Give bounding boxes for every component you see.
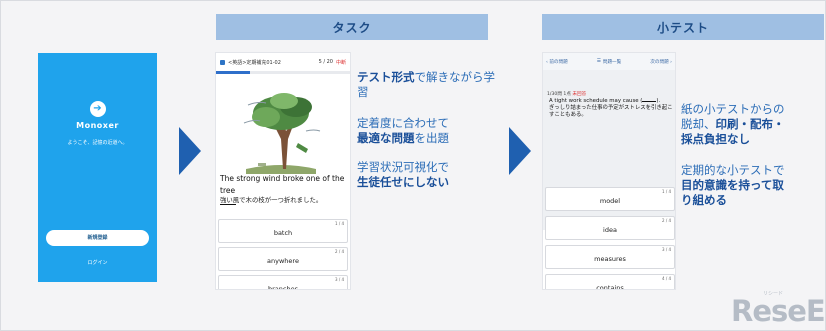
choice-number: 1 / 4	[335, 221, 344, 226]
task-screen: <英語>定期補充01-02 5 / 20 中断 The strong wind …	[215, 52, 351, 290]
choice-2[interactable]: 2 / 4 anywhere	[218, 247, 348, 271]
task-point-2-a: 定着度に合わせて	[357, 116, 449, 130]
choice-label: batch	[273, 229, 293, 237]
header-task: タスク	[216, 14, 488, 40]
progress-fill	[216, 71, 250, 74]
choice-number: 2 / 4	[335, 249, 344, 254]
task-header: <英語>定期補充01-02 5 / 20 中断	[216, 53, 350, 71]
answer-blank	[642, 101, 657, 102]
brand-name: Monoxer	[76, 121, 119, 130]
choice-number: 2 / 4	[662, 218, 671, 223]
question-list-button[interactable]: ☰ 問題一覧	[597, 59, 622, 65]
monoxer-logo-icon: ➔	[89, 101, 106, 117]
answer-status: 未回答	[572, 92, 587, 97]
quiz-question-translation: ぎっしり詰まった仕事の予定がストレスを引き起こすこともある。	[549, 105, 673, 118]
quiz-choice-2[interactable]: 2 / 4 idea	[545, 216, 675, 240]
slide: タスク 小テスト ➔ Monoxer ようこそ、記憶の近道へ。 新規登録 ログイ…	[0, 0, 826, 331]
answer-blank	[220, 204, 236, 205]
choice-number: 3 / 4	[662, 247, 671, 252]
stop-button[interactable]: 中断	[336, 59, 346, 66]
reseed-watermark-sub: リシード	[763, 291, 784, 297]
task-point-2: 定着度に合わせて 最適な問題を出題	[357, 116, 497, 146]
quiz-choice-3[interactable]: 3 / 4 measures	[545, 245, 675, 269]
task-point-2-rest: を出題	[414, 131, 450, 145]
next-question-button[interactable]: 次の問題 ›	[650, 59, 672, 65]
question-list-label: 問題一覧	[602, 59, 622, 65]
choice-1[interactable]: 1 / 4 batch	[218, 219, 348, 243]
choice-3[interactable]: 3 / 4 branches	[218, 275, 348, 290]
question-translation: 強い風で木の枝が一つ折れました。	[220, 196, 323, 204]
quiz-point-2-a: 定期的な小テストで	[681, 163, 785, 177]
book-icon	[220, 59, 225, 65]
task-point-3: 学習状況可視化で 生徒任せにしない	[357, 160, 497, 190]
quiz-screen: ‹ 前の問題 ☰ 問題一覧 次の問題 › 1/30問 1点 未回答 A tight…	[542, 52, 676, 290]
task-point-2-bold: 最適な問題	[357, 131, 415, 145]
task-point-3-bold: 生徒任せにしない	[357, 175, 449, 189]
choice-label: contains	[596, 284, 624, 290]
choice-label: anywhere	[267, 257, 299, 265]
arrow-right-icon	[179, 127, 201, 175]
question-text: The strong wind broke one of the tree	[220, 174, 345, 195]
arrow-right-icon	[509, 127, 531, 175]
login-screen: ➔ Monoxer ようこそ、記憶の近道へ。 新規登録 ログイン	[38, 53, 157, 282]
question-score: 1点	[563, 92, 571, 97]
task-point-1-bold: テスト形式	[357, 70, 415, 84]
question-counter: 5 / 20	[318, 59, 333, 65]
register-button[interactable]: 新規登録	[46, 230, 149, 246]
choice-number: 3 / 4	[335, 277, 344, 282]
choice-label: measures	[594, 255, 626, 263]
header-task-label: タスク	[332, 20, 372, 35]
quiz-nav: ‹ 前の問題 ☰ 問題一覧 次の問題 ›	[543, 53, 675, 70]
header-quiz: 小テスト	[542, 14, 824, 40]
quiz-question-end: ).	[656, 98, 661, 104]
next-question-label: 次の問題	[650, 59, 669, 65]
reseed-watermark: ReseEd	[731, 294, 826, 328]
quiz-point-2-bold: 目的意識を持って取り組める	[681, 178, 784, 207]
task-point-3-a: 学習状況可視化で	[357, 160, 449, 174]
quiz-choice-1[interactable]: 1 / 4 model	[545, 187, 675, 211]
prev-question-button[interactable]: ‹ 前の問題	[546, 59, 568, 65]
question-number: 1/30問	[547, 92, 562, 97]
choice-label: branches	[268, 285, 298, 290]
breadcrumb: <英語>定期補充01-02	[228, 59, 281, 66]
quiz-question-text: A tight work schedule may cause (	[549, 98, 643, 104]
choice-number: 4 / 4	[662, 276, 671, 281]
task-point-1: テスト形式で解きながら学習	[357, 70, 497, 100]
quiz-choice-4[interactable]: 4 / 4 contains	[545, 274, 675, 290]
login-link[interactable]: ログイン	[38, 259, 157, 266]
quiz-question: A tight work schedule may cause (). ぎっしり詰…	[549, 98, 673, 119]
quiz-point-1: 紙の小テストからの脱却、印刷・配布・採点負担なし	[681, 102, 795, 147]
choice-label: model	[599, 197, 621, 205]
question-meta: 1/30問 1点 未回答	[547, 91, 586, 97]
quiz-point-2: 定期的な小テストで目的意識を持って取り組める	[681, 163, 795, 208]
choice-label: idea	[603, 226, 617, 234]
choice-number: 1 / 4	[662, 189, 671, 194]
login-greeting: ようこそ、記憶の近道へ。	[67, 140, 128, 146]
progress-bar	[216, 71, 350, 74]
list-icon: ☰	[596, 59, 601, 64]
header-quiz-label: 小テスト	[656, 20, 709, 35]
prev-question-label: 前の問題	[549, 59, 568, 65]
